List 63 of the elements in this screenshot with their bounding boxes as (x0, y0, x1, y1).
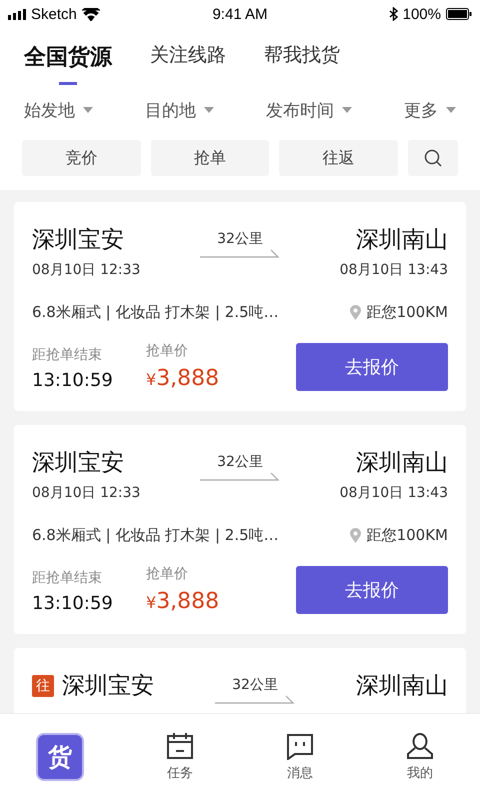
distance-from-you: 距您100KM (366, 303, 448, 322)
distance-from-you: 距您100KM (366, 526, 448, 545)
user-icon (406, 732, 434, 760)
filter-chip[interactable]: 竞价 (22, 140, 141, 176)
price-label: 抢单价 (146, 342, 189, 360)
filter-dropdown[interactable]: 发布时间 (266, 98, 334, 122)
route-distance: 32公里 (232, 676, 278, 694)
category-tab[interactable]: 全国货源 (24, 42, 112, 85)
origin-city: 深圳宝安 (32, 449, 124, 478)
route-distance: 32公里 (217, 453, 263, 471)
origin-city: 深圳宝安 (32, 226, 124, 255)
departure-time: 08月10日 12:33 (32, 261, 140, 279)
destination-city: 深圳南山 (356, 449, 448, 478)
price: ¥3,888 (146, 366, 220, 391)
destination-city: 深圳南山 (356, 672, 448, 701)
arrival-time: 08月10日 13:43 (340, 261, 448, 279)
caret-icon (83, 107, 93, 113)
destination-city: 深圳南山 (356, 226, 448, 255)
nav-tab[interactable]: 任务 (167, 764, 193, 782)
price-label: 抢单价 (146, 565, 189, 583)
filter-dropdown[interactable]: 目的地 (145, 98, 196, 122)
calendar-icon (166, 732, 194, 760)
countdown-time: 13:10:59 (32, 593, 114, 614)
clock-time: 9:41 AM (212, 6, 268, 22)
route-distance: 32公里 (217, 230, 263, 248)
arrival-time: 08月10日 13:43 (340, 484, 448, 502)
chat-icon (286, 732, 314, 760)
cargo-card[interactable]: 往 深圳宝安 32公里 深圳南山 (14, 648, 466, 713)
signal-icon (8, 8, 26, 20)
caret-icon (446, 107, 456, 113)
carrier-name: Sketch (31, 6, 77, 22)
countdown-label: 距抢单结束 (32, 569, 103, 587)
battery-percent: 100% (402, 6, 441, 22)
filter-dropdown[interactable]: 始发地 (24, 98, 75, 122)
category-tab[interactable]: 关注线路 (150, 42, 226, 68)
nav-tab[interactable]: 消息 (287, 764, 313, 782)
filter-chip[interactable]: 抢单 (150, 140, 270, 176)
countdown-time: 13:10:59 (32, 370, 114, 391)
cargo-card[interactable]: 深圳宝安 08月10日 12:33 32公里 深圳南山 08月10日 13:43 6.8米厢式 | 化妆品 打木架 | 2.5吨… 距您100KM 距抢单结束 13:10:59 抢单价 ¥3,888 去报价 (14, 425, 466, 634)
nav-tab[interactable]: 我的 (407, 764, 433, 782)
cargo-details: 6.8米厢式 | 化妆品 打木架 | 2.5吨… (32, 303, 279, 322)
filter-dropdown[interactable]: 更多 (404, 98, 438, 122)
search-icon (424, 149, 442, 167)
wifi-icon (82, 8, 100, 20)
location-pin-icon (350, 528, 361, 543)
caret-icon (204, 107, 214, 113)
countdown-label: 距抢单结束 (32, 346, 103, 364)
cargo-card[interactable]: 深圳宝安 08月10日 12:33 32公里 深圳南山 08月10日 13:43 6.8米厢式 | 化妆品 打木架 | 2.5吨… 距您100KM 距抢单结束 13:10:59 抢单价 ¥3,888 去报价 (14, 202, 466, 411)
origin-city: 深圳宝安 (62, 672, 154, 701)
round-trip-tag: 往 (32, 674, 54, 696)
category-tab[interactable]: 帮我找货 (264, 42, 340, 68)
home-tab[interactable]: 货 (36, 733, 84, 781)
cargo-details: 6.8米厢式 | 化妆品 打木架 | 2.5吨… (32, 526, 279, 545)
filter-chip[interactable]: 往返 (279, 140, 398, 176)
location-pin-icon (350, 305, 361, 320)
quote-button[interactable]: 去报价 (296, 343, 448, 391)
caret-icon (342, 107, 352, 113)
departure-time: 08月10日 12:33 (32, 484, 140, 502)
search-button[interactable] (408, 140, 458, 176)
battery-icon (446, 8, 472, 20)
bluetooth-icon (388, 7, 398, 21)
quote-button[interactable]: 去报价 (296, 566, 448, 614)
price: ¥3,888 (146, 589, 220, 614)
